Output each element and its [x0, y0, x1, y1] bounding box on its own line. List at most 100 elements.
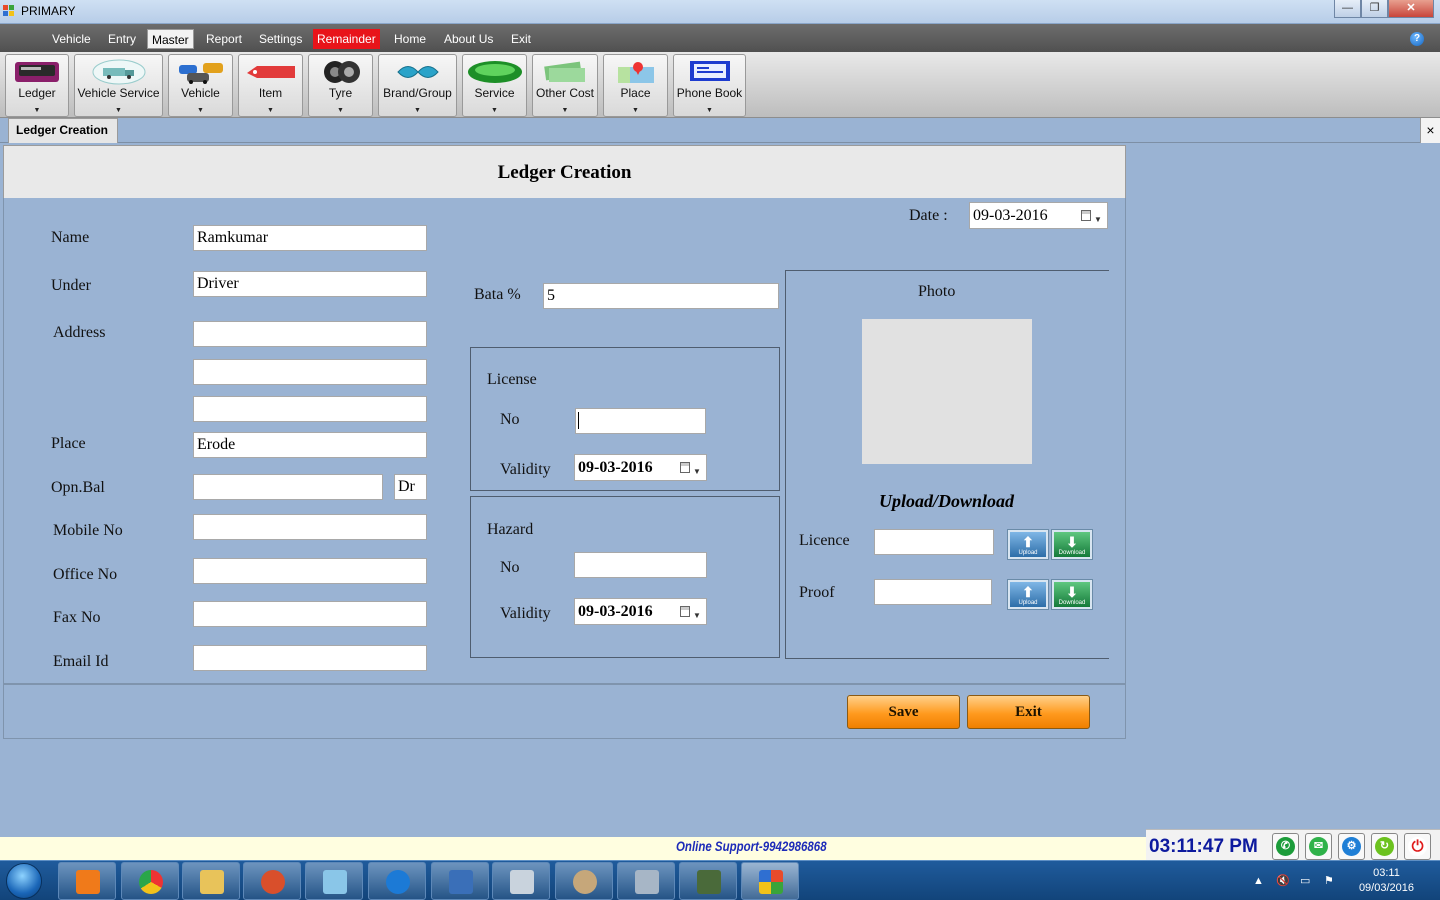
tray-clock[interactable]: 03:11 09/03/2016 [1359, 866, 1414, 896]
item-icon [246, 66, 295, 78]
mail-button[interactable]: ✉ [1305, 833, 1332, 860]
license-no-field[interactable] [575, 408, 706, 434]
power-button[interactable]: ⏻ [1404, 833, 1431, 860]
licence-file-field[interactable] [874, 529, 994, 555]
refresh-button[interactable]: ↻ [1371, 833, 1398, 860]
menu-exit[interactable]: Exit [507, 29, 535, 49]
download-arrow-icon: ⬇ [1066, 534, 1078, 550]
under-field[interactable]: Driver [193, 271, 427, 297]
fax-label: Fax No [53, 609, 101, 626]
address-line-2-field[interactable] [193, 359, 427, 385]
start-button[interactable] [6, 863, 42, 899]
place-field[interactable]: Erode [193, 432, 427, 458]
calendar-icon [1081, 210, 1091, 221]
menu-master[interactable]: Master [147, 29, 194, 49]
license-no-label: No [500, 411, 520, 428]
taskbar-remote[interactable] [679, 862, 737, 900]
menu-entry[interactable]: Entry [104, 29, 140, 49]
tool-other-cost[interactable]: Other Cost ▼ [532, 54, 598, 117]
hazard-validity-value: 09-03-2016 [578, 603, 653, 620]
tray-date: 09/03/2016 [1358, 882, 1414, 894]
chevron-down-icon: ▼ [1094, 215, 1102, 224]
paint-icon [573, 870, 597, 894]
tool-item[interactable]: Item ▼ [238, 54, 303, 117]
tray-expand-icon[interactable]: ▲ [1253, 875, 1265, 887]
opening-balance-field[interactable] [193, 474, 383, 500]
email-field[interactable] [193, 645, 427, 671]
date-picker[interactable]: 09-03-2016 ▼ [969, 202, 1108, 229]
action-center-icon[interactable]: ⚑ [1324, 875, 1336, 887]
mail-icon: ✉ [1309, 837, 1328, 856]
network-tray-icon[interactable]: ▭ [1300, 875, 1312, 887]
tyre-icon [323, 61, 360, 83]
taskbar-network[interactable] [431, 862, 489, 900]
tab-close-icon[interactable]: × [1420, 118, 1440, 143]
tool-brand-group[interactable]: Brand/Group ▼ [378, 54, 457, 117]
tool-ledger[interactable]: Ledger ▼ [5, 54, 69, 117]
menu-about-us[interactable]: About Us [440, 29, 497, 49]
proof-download-button[interactable]: ⬇ Download [1051, 579, 1093, 610]
hazard-validity-picker[interactable]: 09-03-2016 ▼ [574, 598, 707, 625]
phonebook-icon [689, 61, 730, 81]
maximize-button[interactable]: ❐ [1361, 0, 1388, 18]
help-icon[interactable]: ? [1410, 32, 1424, 46]
name-field[interactable]: Ramkumar [193, 225, 427, 251]
exit-button[interactable]: Exit [967, 695, 1090, 729]
media-player-icon [76, 870, 100, 894]
photo-label: Photo [918, 283, 956, 300]
money-icon [544, 61, 585, 82]
fax-field[interactable] [193, 601, 427, 627]
tool-vehicle[interactable]: Vehicle ▼ [168, 54, 233, 117]
balance-type-field[interactable]: Dr [394, 474, 427, 500]
licence-download-button[interactable]: ⬇ Download [1051, 529, 1093, 560]
proof-upload-button[interactable]: ⬆ Upload [1007, 579, 1049, 610]
license-validity-picker[interactable]: 09-03-2016 ▼ [574, 454, 707, 481]
taskbar-tools[interactable] [617, 862, 675, 900]
text-cursor [578, 412, 579, 429]
address-line-1-field[interactable] [193, 321, 427, 347]
taskbar-paint[interactable] [555, 862, 613, 900]
bata-field[interactable]: 5 [543, 283, 779, 309]
hazard-no-field[interactable] [574, 552, 707, 578]
under-label: Under [51, 277, 91, 294]
network-icon [449, 870, 473, 894]
menu-settings[interactable]: Settings [255, 29, 306, 49]
tool-vehicle-service[interactable]: Vehicle Service ▼ [74, 54, 163, 117]
volume-muted-icon[interactable]: 🔇 [1276, 875, 1290, 887]
mobile-field[interactable] [193, 514, 427, 540]
menu-report[interactable]: Report [202, 29, 246, 49]
upload-download-title: Upload/Download [879, 491, 1015, 511]
notepad-icon [323, 870, 347, 894]
licence-upload-button[interactable]: ⬆ Upload [1007, 529, 1049, 560]
tool-tyre[interactable]: Tyre ▼ [308, 54, 373, 117]
photo-preview[interactable] [862, 319, 1032, 464]
menu-vehicle[interactable]: Vehicle [48, 29, 95, 49]
taskbar-explorer[interactable] [182, 862, 240, 900]
proof-file-field[interactable] [874, 579, 992, 605]
tool-service[interactable]: Service ▼ [462, 54, 527, 117]
taskbar-chrome[interactable] [121, 862, 179, 900]
taskbar-app-1[interactable] [243, 862, 301, 900]
taskbar-media-player[interactable] [58, 862, 116, 900]
phone-button[interactable]: ✆ [1272, 833, 1299, 860]
taskbar-notepad[interactable] [305, 862, 363, 900]
save-button[interactable]: Save [847, 695, 960, 729]
close-button[interactable]: ✕ [1388, 0, 1434, 18]
minimize-button[interactable]: — [1334, 0, 1361, 18]
taskbar-calculator[interactable] [492, 862, 550, 900]
opening-balance-label: Opn.Bal [51, 479, 105, 496]
taskbar: ▲ 🔇 ▭ ⚑ 03:11 09/03/2016 [0, 860, 1440, 900]
menu-remainder[interactable]: Remainder [313, 29, 380, 49]
clock-panel: 03:11:47 PM ✆ ✉ ⚙ ↻ ⏻ [1146, 829, 1440, 861]
menu-home[interactable]: Home [390, 29, 430, 49]
office-field[interactable] [193, 558, 427, 584]
tool-place[interactable]: Place ▼ [603, 54, 668, 117]
date-label: Date : [909, 207, 948, 224]
license-validity-value: 09-03-2016 [578, 459, 653, 476]
settings-button[interactable]: ⚙ [1338, 833, 1365, 860]
taskbar-primary-app[interactable] [741, 862, 799, 900]
tool-phone-book[interactable]: Phone Book ▼ [673, 54, 746, 117]
taskbar-teamviewer[interactable] [368, 862, 426, 900]
tab-ledger-creation[interactable]: Ledger Creation [8, 118, 118, 143]
address-line-3-field[interactable] [193, 396, 427, 422]
